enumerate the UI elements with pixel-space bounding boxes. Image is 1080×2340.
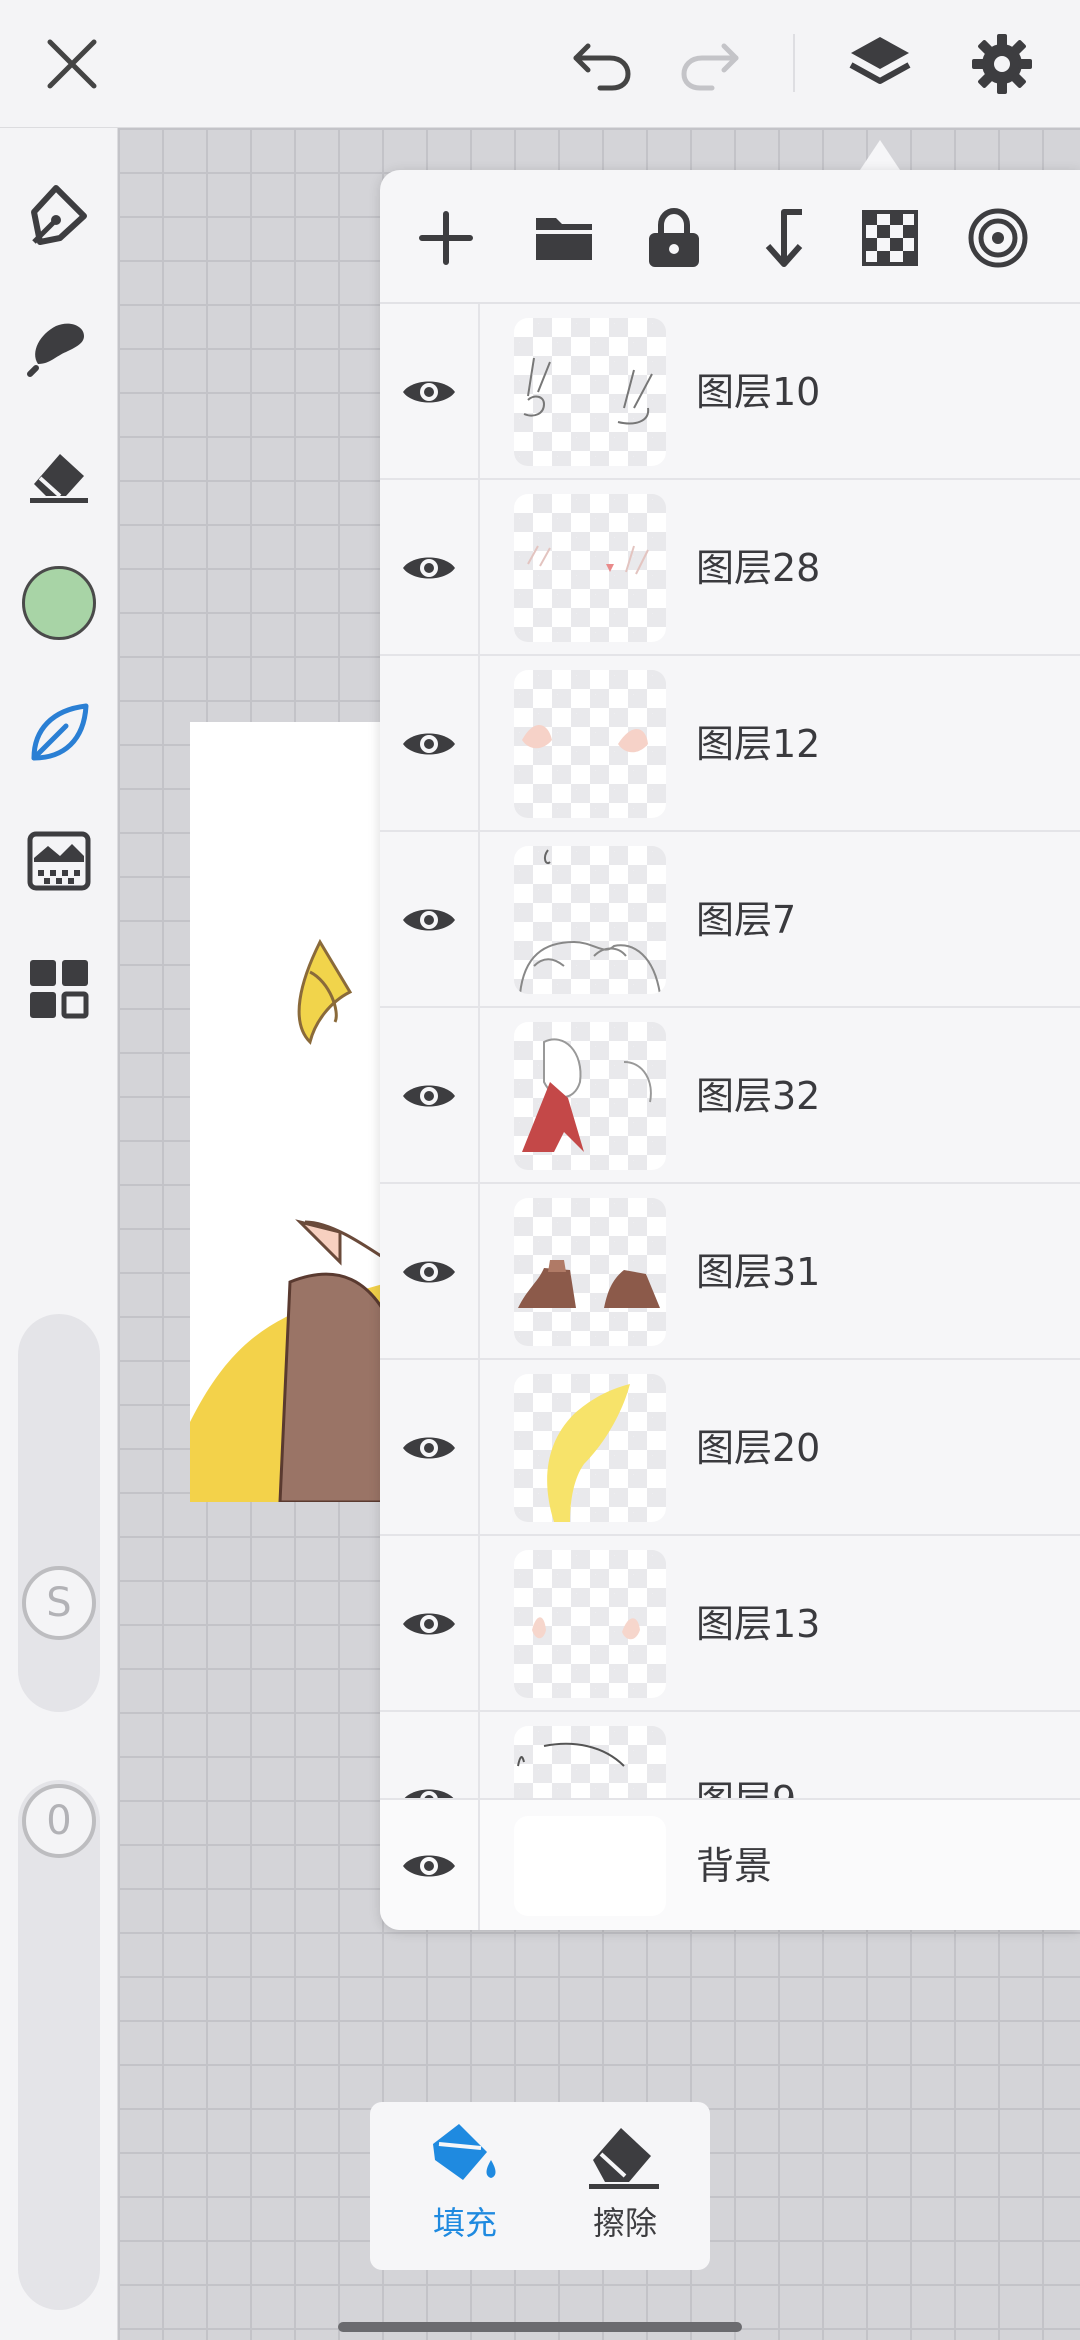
erase-button[interactable]: 擦除	[550, 2120, 700, 2260]
visibility-eye-icon[interactable]	[380, 304, 480, 480]
layer-name: 背景	[696, 1844, 773, 1888]
brush-icon[interactable]	[20, 306, 98, 384]
layer-row[interactable]: 图层12	[380, 656, 1080, 832]
layer-name: 图层7	[696, 898, 797, 942]
grid-menu-icon[interactable]	[20, 950, 98, 1028]
layer-thumbnail	[514, 670, 666, 818]
layers-toolbar	[380, 170, 1080, 304]
fill-button[interactable]: 填充	[390, 2120, 540, 2260]
gear-icon[interactable]	[966, 28, 1038, 100]
layer-row[interactable]: 图层28	[380, 480, 1080, 656]
layer-name: 图层32	[696, 1074, 821, 1118]
layer-row[interactable]: 图层32	[380, 1008, 1080, 1184]
layers-icon[interactable]	[844, 28, 916, 100]
visibility-eye-icon[interactable]	[380, 480, 480, 656]
visibility-eye-icon[interactable]	[380, 1800, 480, 1930]
visibility-eye-icon[interactable]	[380, 1360, 480, 1536]
layer-thumbnail	[514, 1550, 666, 1698]
close-icon[interactable]	[36, 28, 108, 100]
fill-erase-panel: 填充 擦除	[370, 2102, 710, 2270]
layer-row[interactable]: 图层20	[380, 1360, 1080, 1536]
filter-icon[interactable]	[20, 822, 98, 900]
leaf-icon[interactable]	[20, 694, 98, 772]
layer-name: 图层31	[696, 1250, 821, 1294]
layer-thumbnail	[514, 494, 666, 642]
artwork-preview	[190, 722, 390, 1502]
layer-thumbnail	[514, 1816, 666, 1916]
layer-name: 图层10	[696, 370, 821, 414]
layer-thumbnail	[514, 1022, 666, 1170]
size-badge[interactable]: S	[22, 1566, 96, 1640]
redo-icon[interactable]	[674, 28, 746, 100]
background-layer-row[interactable]: 背景	[380, 1798, 1080, 1930]
visibility-eye-icon[interactable]	[380, 656, 480, 832]
folder-icon[interactable]	[524, 198, 604, 278]
left-toolbar: S 0	[0, 128, 118, 2340]
layer-name: 图层28	[696, 546, 821, 590]
paint-bucket-icon	[433, 2124, 496, 2180]
layer-name: 图层12	[696, 722, 821, 766]
eraser-icon	[589, 2128, 659, 2189]
layer-thumbnail	[514, 1374, 666, 1522]
color-swatch[interactable]	[20, 564, 98, 642]
home-indicator[interactable]	[338, 2322, 742, 2332]
add-layer-icon[interactable]	[406, 198, 486, 278]
lock-icon[interactable]	[634, 198, 714, 278]
pen-icon[interactable]	[20, 176, 98, 254]
opacity-slider[interactable]	[18, 1780, 100, 2310]
layer-thumbnail	[514, 318, 666, 466]
visibility-eye-icon[interactable]	[380, 832, 480, 1008]
layer-name: 图层13	[696, 1602, 821, 1646]
layer-row[interactable]: 图层10	[380, 304, 1080, 480]
layer-row[interactable]: 图层13	[380, 1536, 1080, 1712]
layer-row[interactable]: 图层7	[380, 832, 1080, 1008]
layer-thumbnail	[514, 846, 666, 994]
transparency-icon[interactable]	[850, 198, 930, 278]
toolbar-divider	[793, 34, 795, 92]
undo-icon[interactable]	[566, 28, 638, 100]
layer-thumbnail	[514, 1198, 666, 1346]
visibility-eye-icon[interactable]	[380, 1536, 480, 1712]
brush-size-slider[interactable]	[18, 1314, 100, 1712]
target-icon[interactable]	[958, 198, 1038, 278]
opacity-badge[interactable]: 0	[22, 1784, 96, 1858]
visibility-eye-icon[interactable]	[380, 1184, 480, 1360]
fill-label: 填充	[432, 2204, 497, 2242]
erase-label: 擦除	[592, 2204, 657, 2242]
layer-name: 图层20	[696, 1426, 821, 1470]
top-bar	[0, 0, 1080, 128]
layer-list[interactable]: 图层10 图层28 图层12 图层7 图层32 图层31 图层20 图层13	[380, 304, 1080, 1930]
panel-caret	[860, 140, 900, 170]
merge-down-icon[interactable]	[742, 198, 822, 278]
layers-panel: 图层10 图层28 图层12 图层7 图层32 图层31 图层20 图层13 背…	[380, 170, 1080, 1930]
layer-row[interactable]: 图层31	[380, 1184, 1080, 1360]
visibility-eye-icon[interactable]	[380, 1008, 480, 1184]
eraser-icon[interactable]	[20, 434, 98, 512]
